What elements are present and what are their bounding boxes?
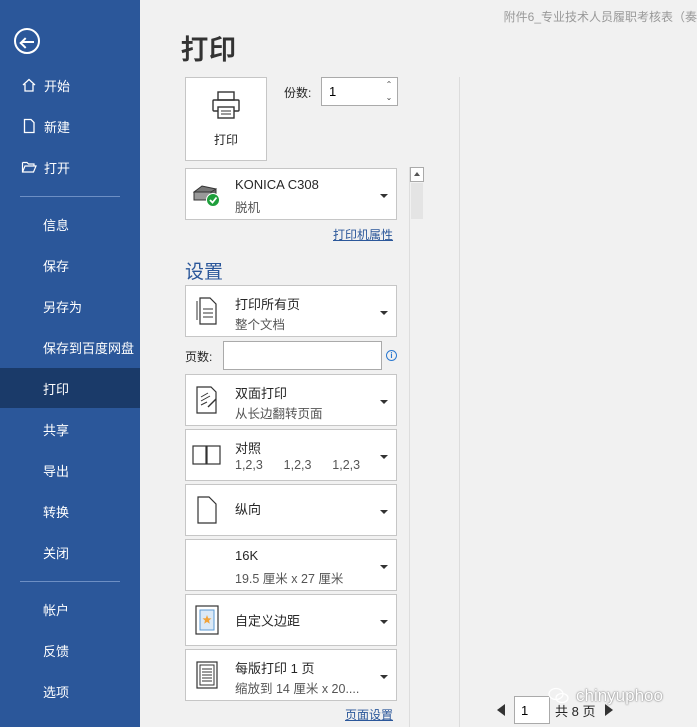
sidebar-item-save-to-baidu[interactable]: 保存到百度网盘 [0, 327, 140, 367]
folder-open-icon [20, 158, 38, 176]
chevron-down-icon [380, 620, 388, 624]
margins-dropdown[interactable]: 自定义边距 [185, 594, 397, 646]
previous-page-icon[interactable] [497, 704, 505, 716]
printer-dropdown[interactable]: KONICA C308 脱机 [185, 168, 397, 220]
sidebar-item-share[interactable]: 共享 [0, 409, 140, 449]
copies-input[interactable] [322, 78, 380, 105]
sidebar-item-print[interactable]: 打印 [0, 368, 140, 408]
sidebar-item-open[interactable]: 打开 [0, 147, 140, 187]
sidebar-item-label: 另存为 [43, 299, 83, 315]
print-range-dropdown[interactable]: 打印所有页 整个文档 [185, 285, 397, 337]
watermark-text: chinyuphoo [576, 686, 663, 705]
portrait-orientation-icon [192, 494, 222, 526]
printer-name: KONICA C308 [235, 177, 319, 192]
page-setup-link[interactable]: 页面设置 [345, 706, 393, 723]
duplex-print-icon [192, 384, 222, 416]
pages-per-sheet-dropdown[interactable]: 每版打印 1 页 缩放到 14 厘米 x 20.... [185, 649, 397, 701]
dropdown-secondary: 1,2,3 1,2,3 1,2,3 [235, 458, 361, 472]
pages-per-sheet-icon [192, 659, 222, 691]
settings-heading: 设置 [185, 262, 224, 283]
copies-stepper: ⌃ ⌄ [321, 77, 398, 106]
dropdown-secondary: 从长边翻转页面 [235, 407, 323, 421]
sidebar-item-label: 信息 [43, 217, 70, 233]
sidebar-item-new[interactable]: 新建 [0, 106, 140, 146]
dropdown-primary: 双面打印 [235, 386, 288, 401]
sidebar-item-label: 关闭 [43, 545, 70, 561]
dropdown-primary: 对照 [235, 441, 262, 456]
sidebar-divider [20, 581, 120, 582]
printer-status: 脱机 [235, 201, 261, 215]
back-arrow-icon[interactable] [14, 28, 40, 54]
dropdown-primary: 纵向 [235, 502, 262, 517]
paper-size-dropdown[interactable]: 16K 19.5 厘米 x 27 厘米 [185, 539, 397, 591]
sidebar-item-save[interactable]: 保存 [0, 245, 140, 285]
pages-input[interactable] [223, 341, 382, 370]
sidebar-item-label: 选项 [43, 684, 70, 700]
sidebar-item-home[interactable]: 开始 [0, 65, 140, 105]
dropdown-primary: 每版打印 1 页 [235, 661, 315, 676]
orientation-dropdown[interactable]: 纵向 [185, 484, 397, 536]
sidebar-item-label: 转换 [43, 504, 70, 520]
custom-margins-icon [192, 604, 222, 636]
dropdown-primary: 打印所有页 [235, 297, 301, 312]
pages-label: 页数: [185, 350, 213, 364]
sidebar-item-close[interactable]: 关闭 [0, 532, 140, 572]
document-title: 附件6_专业技术人员履职考核表（奏 [503, 10, 697, 24]
watermark: chinyuphoo [548, 686, 663, 706]
sidebar-item-label: 打开 [44, 160, 71, 176]
sidebar-item-label: 共享 [43, 422, 70, 438]
home-icon [20, 76, 38, 94]
chevron-down-icon [380, 455, 388, 459]
dropdown-primary: 16K [235, 548, 259, 563]
duplex-dropdown[interactable]: 双面打印 从长边翻转页面 [185, 374, 397, 426]
print-button[interactable]: 打印 [185, 77, 267, 161]
copies-label: 份数: [284, 86, 312, 100]
backstage-sidebar: 开始 新建 打开 信息 保存 另存为 保存到百度网盘 打印 共享 导出 转换 关… [0, 0, 140, 727]
dropdown-secondary: 19.5 厘米 x 27 厘米 [235, 572, 344, 586]
sidebar-divider [20, 196, 120, 197]
sidebar-item-label: 保存 [43, 258, 70, 274]
print-preview-area [460, 77, 697, 697]
info-icon[interactable]: i [386, 350, 397, 361]
sidebar-item-label: 反馈 [43, 643, 70, 659]
sidebar-item-feedback[interactable]: 反馈 [0, 630, 140, 670]
chevron-down-icon [380, 400, 388, 404]
print-button-label: 打印 [213, 133, 238, 147]
sidebar-item-label: 开始 [44, 78, 71, 94]
dropdown-primary: 自定义边距 [235, 613, 301, 629]
sidebar-item-save-as[interactable]: 另存为 [0, 286, 140, 326]
spin-down-icon[interactable]: ⌄ [384, 92, 394, 104]
sidebar-item-convert[interactable]: 转换 [0, 491, 140, 531]
sidebar-item-label: 新建 [44, 119, 71, 135]
printer-icon [210, 90, 242, 125]
dropdown-secondary: 缩放到 14 厘米 x 20.... [235, 682, 360, 696]
printer-status-icon [192, 178, 222, 210]
print-pages-icon [192, 295, 222, 327]
chevron-down-icon [380, 565, 388, 569]
collate-icon [192, 439, 222, 471]
settings-scrollbar[interactable] [409, 167, 424, 727]
scroll-up-icon[interactable] [410, 167, 424, 182]
sidebar-item-label: 导出 [43, 463, 70, 479]
current-page-input[interactable] [514, 696, 550, 724]
sidebar-item-label: 保存到百度网盘 [43, 340, 135, 356]
dropdown-secondary: 整个文档 [235, 318, 286, 332]
chevron-down-icon [380, 311, 388, 315]
chevron-down-icon [380, 675, 388, 679]
sidebar-item-label: 帐户 [43, 602, 70, 618]
sidebar-item-options[interactable]: 选项 [0, 671, 140, 711]
scroll-thumb[interactable] [411, 183, 423, 219]
sidebar-item-export[interactable]: 导出 [0, 450, 140, 490]
page-title: 打印 [181, 35, 237, 65]
collate-dropdown[interactable]: 对照 1,2,3 1,2,3 1,2,3 [185, 429, 397, 481]
sidebar-item-label: 打印 [43, 381, 70, 397]
wechat-icon [548, 687, 570, 705]
sidebar-item-account[interactable]: 帐户 [0, 589, 140, 629]
chevron-down-icon [380, 194, 388, 198]
new-document-icon [20, 117, 38, 135]
printer-properties-link[interactable]: 打印机属性 [333, 226, 393, 243]
spin-up-icon[interactable]: ⌃ [384, 79, 394, 91]
chevron-down-icon [380, 510, 388, 514]
sidebar-item-info[interactable]: 信息 [0, 204, 140, 244]
